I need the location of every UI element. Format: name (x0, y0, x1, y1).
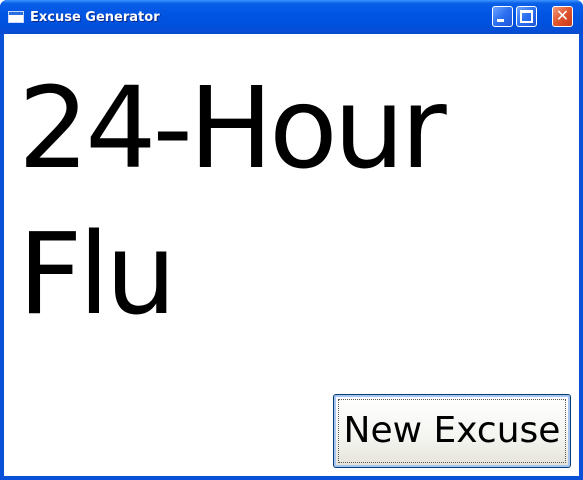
minimize-icon (497, 19, 504, 22)
minimize-button[interactable] (492, 6, 513, 27)
maximize-button[interactable] (516, 6, 537, 27)
window-title: Excuse Generator (30, 10, 160, 25)
app-window: Excuse Generator ✕ 24-Hour Flu New Excus… (0, 0, 583, 480)
maximize-icon (520, 10, 533, 23)
client-area: 24-Hour Flu New Excuse (4, 34, 579, 476)
excuse-text: 24-Hour Flu (18, 64, 447, 340)
new-excuse-button-label: New Excuse (343, 410, 561, 451)
app-window-icon[interactable] (8, 11, 24, 23)
title-bar[interactable]: Excuse Generator ✕ (0, 0, 583, 34)
new-excuse-button[interactable]: New Excuse (333, 394, 571, 468)
close-icon: ✕ (555, 6, 570, 25)
close-button[interactable]: ✕ (552, 6, 573, 27)
